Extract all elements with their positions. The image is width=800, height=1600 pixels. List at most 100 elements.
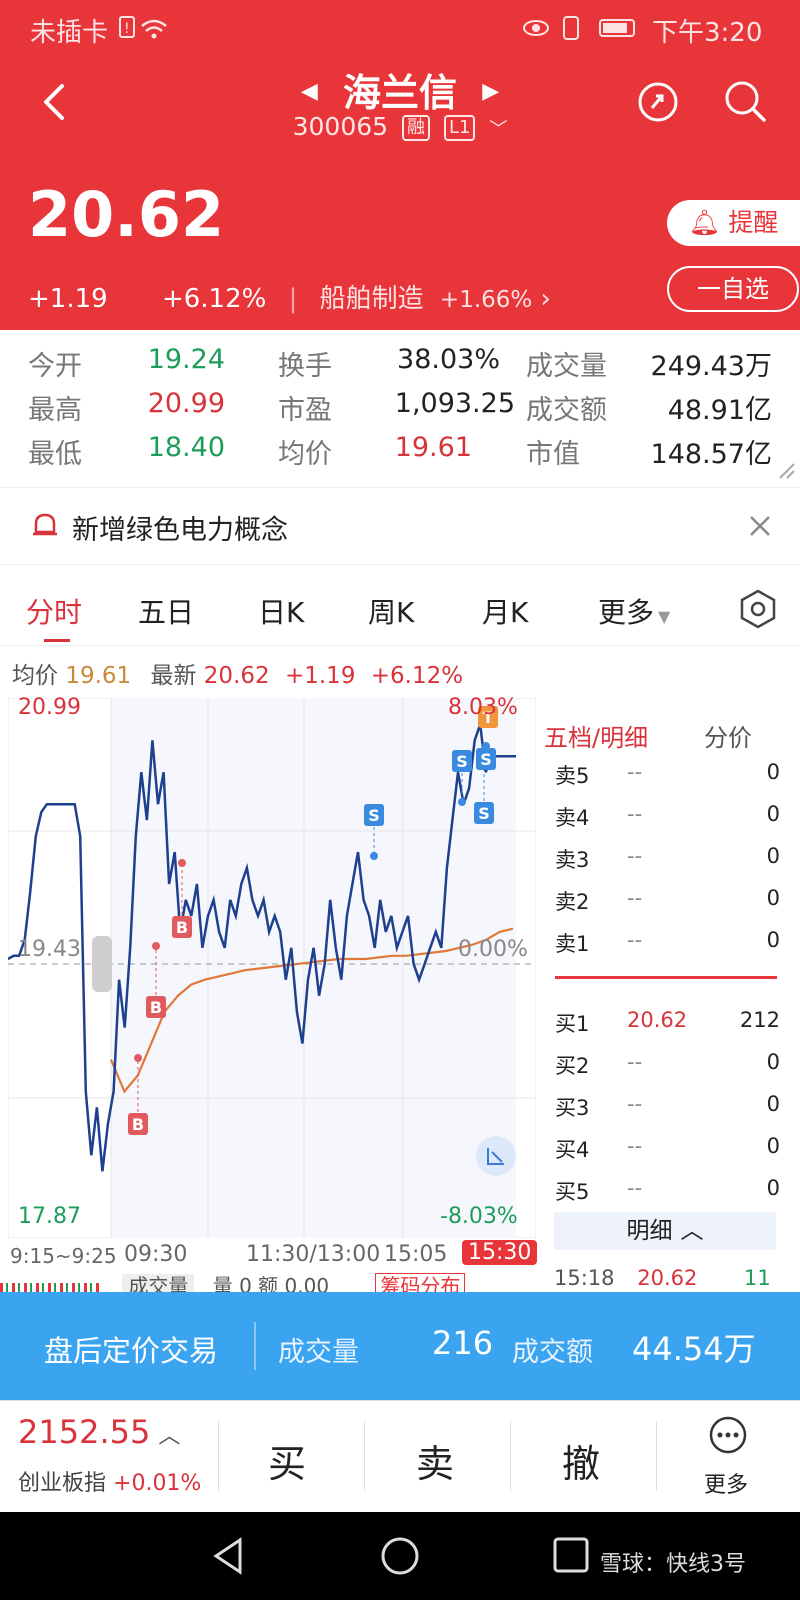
- bid-price: --: [627, 1176, 643, 1200]
- ask-row[interactable]: 卖4 -- 0: [555, 802, 790, 832]
- status-icons: [523, 16, 635, 40]
- bid-level-label: 买3: [555, 1096, 590, 1120]
- bid-level-label: 买5: [555, 1180, 590, 1204]
- prev-stock-icon[interactable]: ◀: [301, 79, 318, 104]
- expand-corner-icon[interactable]: [776, 460, 796, 480]
- index-link[interactable]: 2152.55 ︿: [18, 1413, 180, 1451]
- svg-text:B: B: [150, 998, 162, 1017]
- watchlist-button[interactable]: 一自选: [667, 266, 799, 312]
- bid-row[interactable]: 买3 -- 0: [555, 1092, 790, 1122]
- volume-tab[interactable]: 成交量: [122, 1274, 195, 1292]
- nav-back-icon[interactable]: [210, 1536, 246, 1576]
- ask-price: --: [627, 928, 643, 952]
- chevron-up-icon: ︿: [680, 1218, 704, 1244]
- stock-title[interactable]: ◀ 海兰信 ▶: [0, 62, 800, 117]
- close-icon[interactable]: [748, 514, 772, 538]
- nav-home-icon[interactable]: [380, 1536, 420, 1576]
- pe-label: 市盈: [278, 395, 332, 426]
- ask-volume: 0: [766, 928, 780, 952]
- tab-price-dist[interactable]: 分价: [704, 718, 752, 753]
- next-stock-icon[interactable]: ▶: [482, 79, 499, 104]
- legend-latest-label: 最新: [150, 663, 197, 689]
- clock-text: 下午3:20: [652, 18, 763, 48]
- index-value: 2152.55: [18, 1413, 151, 1451]
- bid-row[interactable]: 买2 -- 0: [555, 1050, 790, 1080]
- bid-price: --: [627, 1134, 643, 1158]
- sector-link[interactable]: 船舶制造 +1.66% ›: [320, 284, 551, 314]
- signal-wifi-icon: !: [119, 16, 167, 39]
- stock-name: 海兰信: [342, 71, 457, 115]
- tab-week-k[interactable]: 周K: [368, 591, 414, 631]
- share-icon[interactable]: [636, 80, 680, 124]
- tab-intraday[interactable]: 分时: [26, 591, 82, 631]
- index-percent: +0.01%: [113, 1471, 202, 1496]
- tab-order-book[interactable]: 五档/明细: [544, 718, 648, 753]
- ask-row[interactable]: 卖1 -- 0: [555, 928, 790, 958]
- ask-row[interactable]: 卖3 -- 0: [555, 844, 790, 874]
- svg-text:S: S: [480, 750, 492, 769]
- chevron-up-icon: ︿: [158, 1424, 181, 1449]
- ask-level-label: 卖4: [555, 806, 590, 830]
- remind-button[interactable]: 🔔︎ 提醒: [667, 200, 800, 246]
- ask-row[interactable]: 卖5 -- 0: [555, 760, 790, 790]
- y-top-label: 20.99: [18, 695, 81, 720]
- intraday-chart[interactable]: BBBSSSST: [8, 698, 536, 1238]
- ask-price: --: [627, 844, 643, 868]
- current-price: 20.62: [28, 178, 225, 251]
- tab-month-k[interactable]: 月K: [482, 591, 528, 631]
- tab-five-day[interactable]: 五日: [138, 591, 194, 631]
- concept-notice[interactable]: 新增绿色电力概念: [0, 487, 800, 565]
- turnover-value: 38.03%: [397, 344, 500, 375]
- more-dots-icon[interactable]: [708, 1415, 748, 1455]
- bid-row[interactable]: 买5 -- 0: [555, 1176, 790, 1206]
- bell-icon: [33, 513, 57, 536]
- x-label-1130: 11:30/13:00: [246, 1242, 381, 1267]
- more-label[interactable]: 更多: [704, 1467, 748, 1499]
- svg-text:!: !: [124, 21, 130, 37]
- chevron-down-icon[interactable]: ﹀: [489, 119, 507, 140]
- index-name-row: 创业板指 +0.01%: [18, 1465, 201, 1497]
- chart-legend: 均价 19.61 最新 20.62 +1.19 +6.12%: [12, 656, 463, 690]
- search-icon[interactable]: [722, 78, 770, 126]
- volume-info: 量 0 额 0.00: [212, 1274, 330, 1292]
- svg-text:S: S: [456, 752, 468, 771]
- bid-volume: 212: [739, 1008, 780, 1032]
- high-value: 20.99: [147, 388, 225, 419]
- bid-row[interactable]: 买1 20.62 212: [555, 1008, 790, 1038]
- x-label-1530: 15:30: [462, 1240, 538, 1265]
- ask-price: --: [627, 760, 643, 784]
- x-label-0930: 09:30: [124, 1242, 188, 1267]
- low-value: 18.40: [147, 432, 225, 463]
- mcap-label: 市值: [526, 439, 580, 470]
- watermark-text: 雪球：快线3号: [600, 1552, 746, 1577]
- chip-distribution-button[interactable]: 筹码分布: [375, 1273, 466, 1292]
- order-book-panel: 五档/明细 分价 卖5 -- 0 卖4 -- 0 卖3 -- 0 卖2 -- 0 卖1 -- 0 买1 20.…: [540, 698, 800, 1298]
- ask-row[interactable]: 卖2 -- 0: [555, 886, 790, 916]
- after-hours-bar[interactable]: 盘后定价交易 成交量 216 成交额 44.54万: [0, 1292, 800, 1400]
- open-label: 今开: [28, 351, 82, 382]
- nav-recents-icon[interactable]: [552, 1536, 590, 1574]
- buy-button[interactable]: 买: [268, 1433, 306, 1488]
- tab-day-k[interactable]: 日K: [258, 591, 304, 631]
- legend-latest-value: 20.62: [203, 663, 270, 689]
- pe-value: 1,093.25: [394, 388, 515, 419]
- settings-hex-icon[interactable]: [738, 589, 778, 629]
- ask-volume: 0: [766, 802, 780, 826]
- legend-percent: +6.12%: [370, 663, 464, 689]
- bid-price: 20.62: [627, 1008, 688, 1032]
- system-nav-bar: 雪球：快线3号: [0, 1512, 800, 1600]
- detail-button[interactable]: 明细 ︿: [554, 1212, 776, 1250]
- sell-button[interactable]: 卖: [416, 1433, 454, 1488]
- chart-drag-handle[interactable]: [92, 936, 112, 992]
- bid-row[interactable]: 买4 -- 0: [555, 1134, 790, 1164]
- carrier-text: 未插卡: [30, 18, 109, 48]
- bid-price: --: [627, 1092, 643, 1116]
- legend-change: +1.19: [284, 663, 356, 689]
- bid-volume: 0: [766, 1176, 780, 1200]
- tab-more[interactable]: 更多 ▼: [598, 591, 670, 631]
- cancel-button[interactable]: 撤: [562, 1433, 600, 1488]
- y-bottom-pct: -8.03%: [440, 1204, 518, 1229]
- svg-text:S: S: [368, 806, 380, 825]
- notice-text: 新增绿色电力概念: [72, 515, 288, 546]
- bid-price: --: [627, 1050, 643, 1074]
